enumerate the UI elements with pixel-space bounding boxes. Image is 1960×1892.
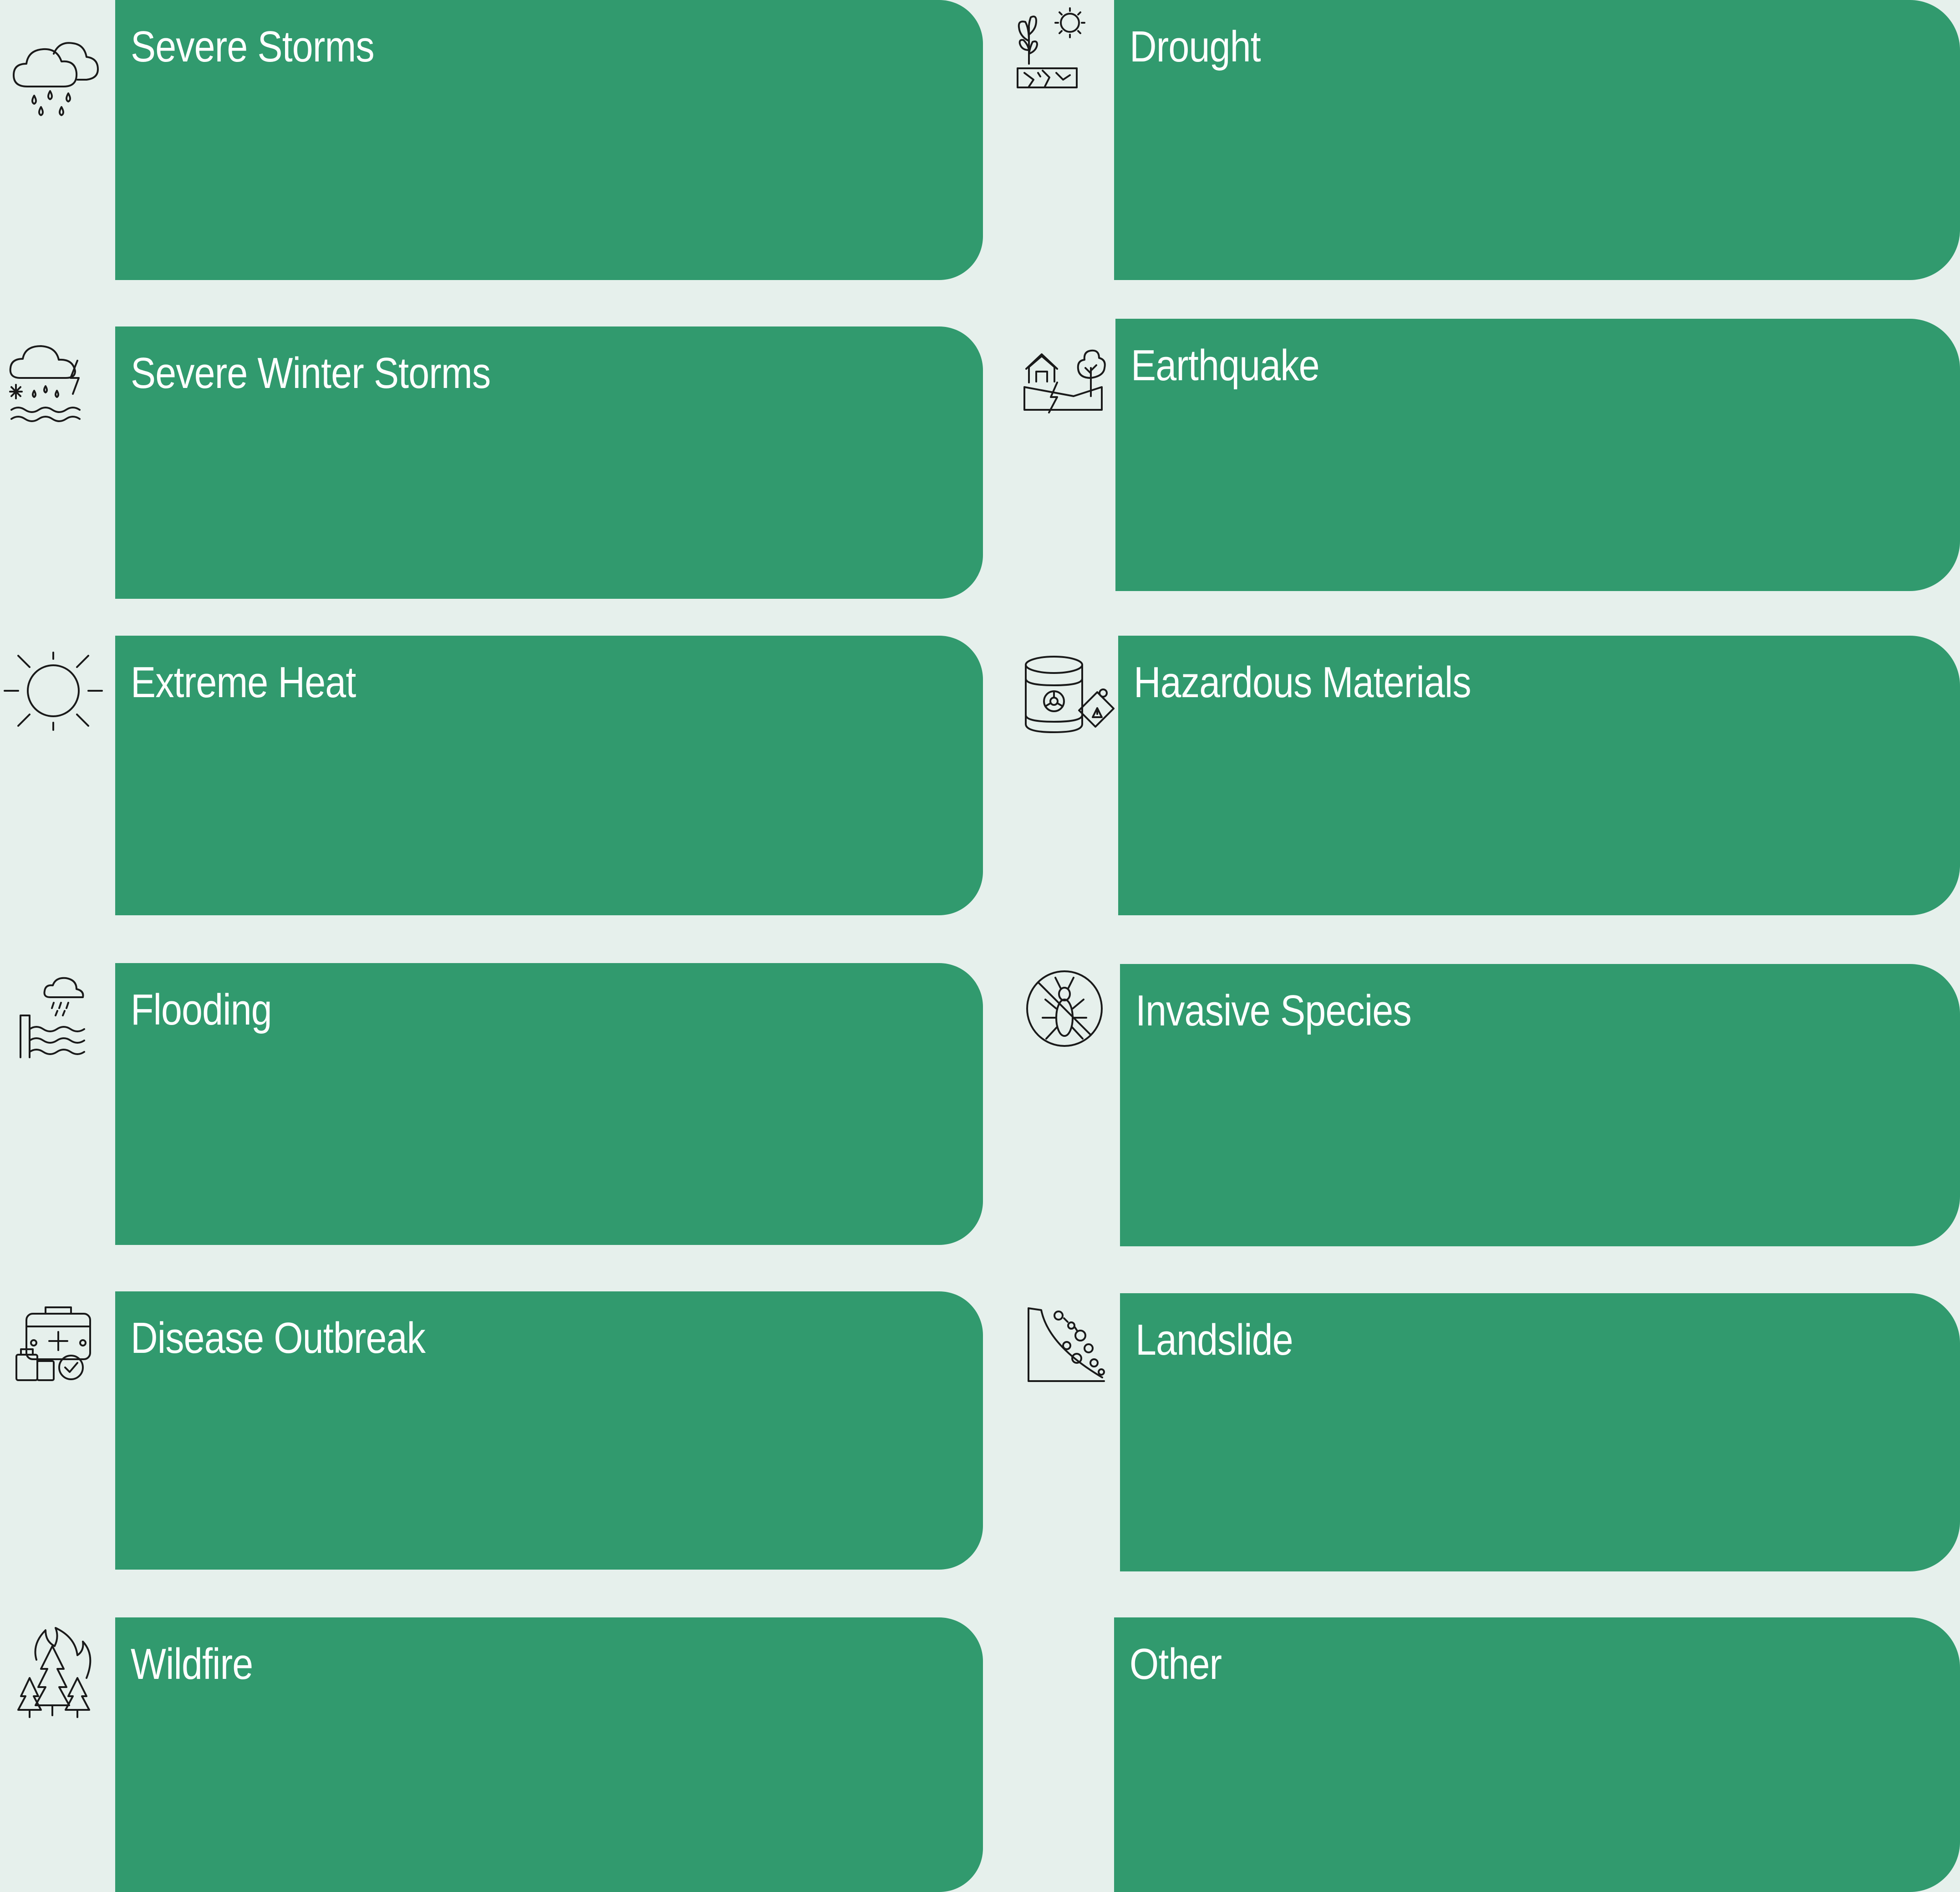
- forest-fire-icon: [0, 1619, 109, 1728]
- card-title-extreme-heat: Extreme Heat: [131, 658, 356, 707]
- card-hazardous-materials[interactable]: Hazardous Materials: [1118, 636, 1960, 915]
- card-title-landslide: Landslide: [1135, 1316, 1293, 1364]
- card-landslide[interactable]: Landslide: [1120, 1293, 1960, 1571]
- card-wildfire[interactable]: Wildfire: [115, 1617, 983, 1892]
- sun-icon: [0, 635, 109, 745]
- no-insect-icon: [1010, 954, 1119, 1063]
- card-other[interactable]: Other: [1114, 1617, 1960, 1892]
- biohazard-barrel-icon: [1011, 642, 1120, 751]
- card-earthquake[interactable]: Earthquake: [1115, 319, 1960, 591]
- card-title-invasive-species: Invasive Species: [1135, 986, 1412, 1035]
- card-extreme-heat[interactable]: Extreme Heat: [115, 636, 983, 915]
- falling-rocks-icon: [1013, 1295, 1122, 1405]
- medical-kit-icon: [0, 1286, 109, 1396]
- cracked-ground-icon: [1011, 328, 1120, 437]
- card-title-severe-storms: Severe Storms: [131, 22, 375, 71]
- flood-icon: [0, 961, 109, 1070]
- card-drought[interactable]: Drought: [1114, 0, 1960, 280]
- card-title-earthquake: Earthquake: [1131, 341, 1320, 390]
- winter-storm-icon: [2, 332, 112, 442]
- card-title-drought: Drought: [1130, 22, 1261, 71]
- card-title-other: Other: [1130, 1640, 1222, 1688]
- card-flooding[interactable]: Flooding: [115, 963, 983, 1245]
- card-severe-storms[interactable]: Severe Storms: [115, 0, 983, 280]
- hazard-category-grid: Severe Storms Severe Winter Storms Extre…: [0, 0, 1960, 1892]
- card-title-wildfire: Wildfire: [131, 1640, 253, 1688]
- card-title-hazardous-materials: Hazardous Materials: [1134, 658, 1471, 707]
- card-title-severe-winter-storms: Severe Winter Storms: [131, 349, 491, 398]
- card-invasive-species[interactable]: Invasive Species: [1120, 964, 1960, 1246]
- card-disease-outbreak[interactable]: Disease Outbreak: [115, 1291, 983, 1570]
- dry-ground-icon: [1006, 0, 1115, 109]
- card-title-disease-outbreak: Disease Outbreak: [131, 1314, 426, 1362]
- rain-cloud-icon: [0, 18, 109, 127]
- card-title-flooding: Flooding: [131, 985, 272, 1034]
- card-severe-winter-storms[interactable]: Severe Winter Storms: [115, 326, 983, 599]
